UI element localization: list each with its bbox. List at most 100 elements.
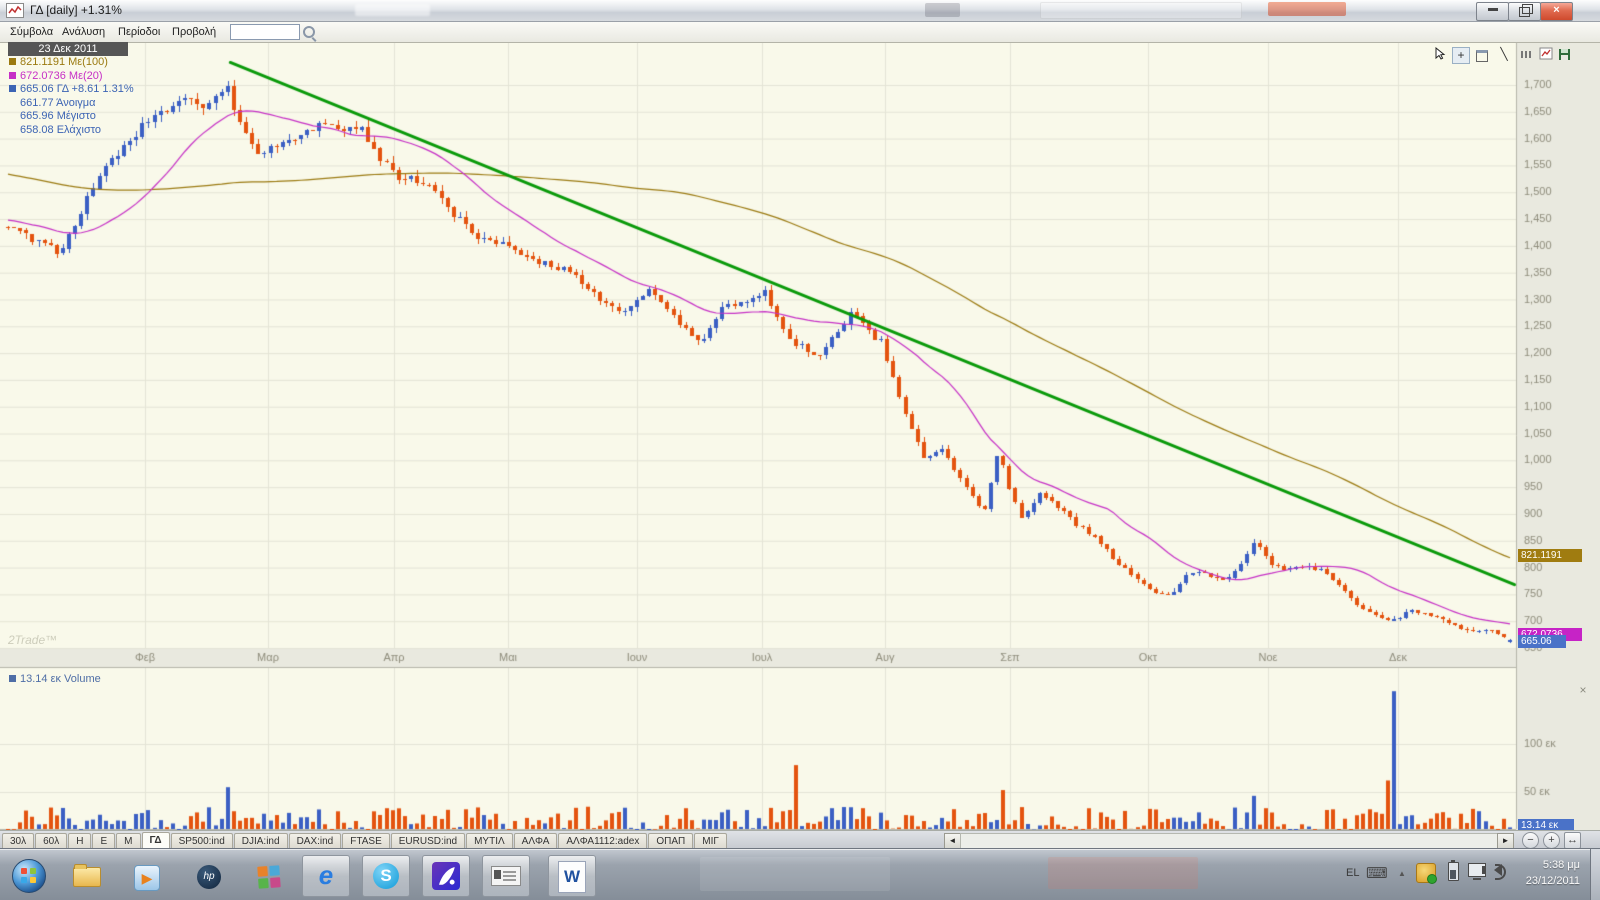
watermark: 2Trade™ [8,633,57,647]
tab-Μ[interactable]: Μ [116,833,140,849]
grid-glyph [1521,51,1532,58]
explorer-icon[interactable] [72,863,102,889]
minimize-button[interactable] [1476,2,1509,21]
volume-pane-close-icon[interactable]: × [1576,684,1590,698]
search-icon[interactable] [303,26,315,38]
ma20-swatch [9,72,16,79]
chart-legend: 23 Δεκ 2011 821.1191 Με(100) 672.0736 Με… [8,42,134,137]
restore-button[interactable] [1508,2,1541,21]
tab-Η[interactable]: Η [68,833,91,849]
taskbar: ▶ hp e S W EL ⌨ ▲ 5:38 μμ 23/12/2011 [0,848,1600,900]
tab-Ε[interactable]: Ε [92,833,115,849]
menu-view[interactable]: Προβολή [168,25,220,39]
internet-explorer-button[interactable]: e [302,855,350,897]
tab-bar-tabs: 30λ60λΗΕΜΓΔSP500:indDJIA:indDAX:indFTASE… [2,831,728,849]
gray-app-button[interactable] [482,855,530,897]
menu-bar: Σύμβολα Ανάλυση Περίοδοι Προβολή + ╲ [0,22,1600,43]
tab-bar: 30λ60λΗΕΜΓΔSP500:indDJIA:indDAX:indFTASE… [0,830,1600,849]
zoom-in-button[interactable]: + [1543,832,1560,849]
window-layout-icon[interactable] [1474,47,1490,62]
fit-width-button[interactable]: ↔ [1564,832,1581,849]
keyboard-icon[interactable]: ⌨ [1366,864,1388,882]
internet-explorer-icon: e [303,856,349,894]
price-swatch [9,85,16,92]
legend-high: 665.96 Μέγιστο [20,110,96,122]
speaker-icon[interactable] [1494,864,1502,876]
symbol-search-input[interactable] [230,24,300,40]
background-window-fragment [1268,2,1346,16]
background-window-fragment [925,3,960,17]
windows-flag-icon [30,877,36,883]
photo-viewer-icon[interactable] [254,863,284,889]
battery-icon[interactable] [1448,862,1459,881]
volume-legend: 13.14 εκ Volume [8,673,101,685]
tab-ΜΙΓ[interactable]: ΜΙΓ [694,833,727,849]
scroll-left-button[interactable]: ◄ [944,833,961,849]
close-axis-tag: 665.06 [1518,635,1566,648]
background-window-fragment [355,4,430,16]
menu-analysis[interactable]: Ανάλυση [58,25,109,39]
start-button[interactable] [12,859,46,893]
tab-FTASE[interactable]: FTASE [342,833,389,849]
skype-icon: S [373,863,399,889]
scroll-right-button[interactable]: ► [1497,833,1514,849]
tab-ΟΠΑΠ[interactable]: ΟΠΑΠ [648,833,693,849]
window-title: ΓΔ [daily] +1.31% [30,3,122,17]
legend-ma100: 821.1191 Με(100) [20,56,108,68]
clock-time: 5:38 μμ [1508,857,1580,873]
tab-DAX:ind[interactable]: DAX:ind [289,833,342,849]
gray-app-icon [491,866,521,886]
window-glyph [1476,50,1488,62]
hidden-icons-arrow[interactable]: ▲ [1398,869,1406,878]
purple-app-icon [432,862,460,890]
tab-EURUSD:ind[interactable]: EURUSD:ind [391,833,465,849]
clock[interactable]: 5:38 μμ 23/12/2011 [1508,857,1580,889]
menu-periods[interactable]: Περίοδοι [114,25,164,39]
legend-open: 661.77 Άνοιγμα [20,97,96,109]
zoom-out-button[interactable]: − [1522,832,1539,849]
tab-30λ[interactable]: 30λ [2,833,34,849]
word-icon: W [558,861,586,893]
tab-DJIA:ind[interactable]: DJIA:ind [234,833,288,849]
grid-tool-icon[interactable] [1518,47,1534,62]
title-bar[interactable]: ΓΔ [daily] +1.31% × [0,0,1600,22]
legend-low: 658.08 Ελάχιστο [20,124,101,136]
legend-ma20: 672.0736 Με(20) [20,70,103,82]
update-globe-icon[interactable] [1416,863,1436,883]
purple-app-button[interactable] [422,855,470,897]
tab-ΜΥΤΙΛ[interactable]: ΜΥΤΙΛ [466,833,513,849]
tab-scrollbar-track[interactable] [960,833,1498,849]
legend-price: 665.06 ΓΔ +8.61 1.31% [20,83,134,95]
tab-60λ[interactable]: 60λ [35,833,67,849]
volume-swatch [9,675,16,682]
application-window: ΓΔ [daily] +1.31% × Σύμβολα Ανάλυση Περί… [0,0,1600,900]
tab-SP500:ind[interactable]: SP500:ind [171,833,233,849]
background-window-fragment [700,857,890,891]
show-desktop-button[interactable] [1590,849,1600,900]
word-button[interactable]: W [548,855,596,897]
media-player-icon[interactable]: ▶ [132,863,162,889]
background-window-fragment [1048,857,1198,889]
pointer-tool-icon[interactable] [1432,47,1448,62]
ma100-swatch [9,58,16,65]
tab-ΑΛΦΑ1112:adex[interactable]: ΑΛΦΑ1112:adex [558,833,647,849]
trendline-tool-icon[interactable]: ╲ [1496,47,1512,62]
language-indicator[interactable]: EL [1346,867,1359,879]
hp-icon[interactable]: hp [194,863,224,889]
crosshair-tool-icon[interactable]: + [1452,47,1470,64]
save-glyph [1559,49,1570,60]
menu-symbols[interactable]: Σύμβολα [6,25,57,39]
background-window-fragment [1040,2,1242,19]
price-volume-chart-canvas[interactable] [0,42,1600,830]
legend-date: 23 Δεκ 2011 [8,42,128,56]
windows-flag-icon [30,868,36,874]
ma100-axis-tag: 821.1191 [1518,549,1582,562]
windows-flag-icon [21,877,27,883]
chart-type-icon[interactable] [1538,47,1554,62]
close-button[interactable]: × [1540,2,1573,21]
tab-ΑΛΦΑ[interactable]: ΑΛΦΑ [514,833,558,849]
skype-button[interactable]: S [362,855,410,897]
save-icon[interactable] [1556,47,1572,62]
windows-flag-icon [21,868,27,874]
tab-ΓΔ[interactable]: ΓΔ [142,832,170,849]
